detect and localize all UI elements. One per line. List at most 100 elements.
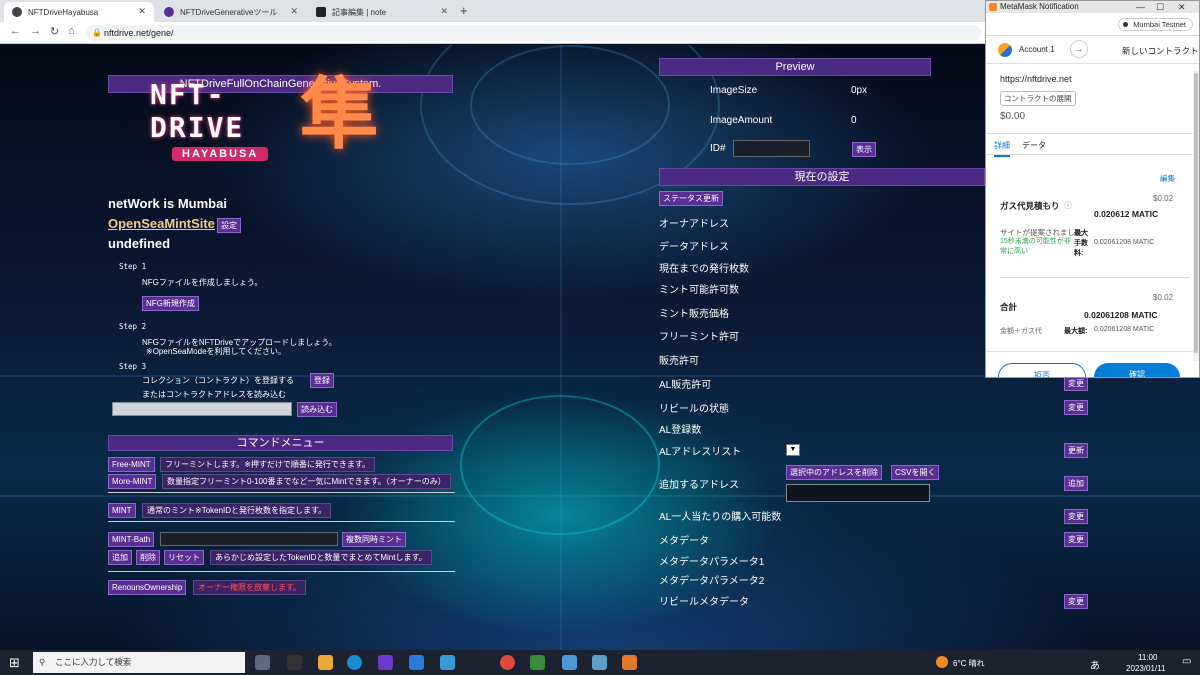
store-icon[interactable] bbox=[409, 655, 424, 670]
al-list-update-button[interactable]: 更新 bbox=[1064, 443, 1088, 458]
register-button[interactable]: 登録 bbox=[310, 373, 334, 388]
free-mint-button[interactable]: Free-MINT bbox=[108, 457, 155, 472]
open-csv-button[interactable]: CSVを開く bbox=[891, 465, 940, 480]
app-icon[interactable] bbox=[440, 655, 455, 670]
deploy-contract-badge: コントラクトの展開 bbox=[1000, 91, 1076, 106]
add-address-input[interactable] bbox=[786, 484, 930, 502]
contract-address-input[interactable] bbox=[112, 402, 292, 416]
mint-desc: 通常のミント※TokenIDと発行枚数を指定します。 bbox=[142, 503, 332, 518]
edge-icon[interactable] bbox=[347, 655, 362, 670]
origin-url: https://nftdrive.net bbox=[1000, 74, 1072, 84]
taskbar-search[interactable]: ⚲ ここに入力して検索 bbox=[33, 652, 245, 673]
search-icon: ⚲ bbox=[39, 657, 46, 667]
al-sale-label: AL販売許可 bbox=[659, 380, 712, 391]
network-selector[interactable]: Mumbai Testnet bbox=[1118, 18, 1193, 31]
app-icon[interactable] bbox=[378, 655, 393, 670]
new-tab-button[interactable]: + bbox=[460, 3, 468, 18]
gas-value: 0.020612 MATIC bbox=[1094, 209, 1159, 219]
file-explorer-icon[interactable] bbox=[318, 655, 333, 670]
scrollbar[interactable] bbox=[1193, 71, 1199, 361]
weather-text[interactable]: 6°C 晴れ bbox=[953, 658, 985, 669]
al-list-select[interactable]: ▼ bbox=[786, 444, 800, 456]
nft-drive-logo: NFT-DRIVE HAYABUSA bbox=[150, 78, 300, 161]
divider bbox=[108, 571, 455, 572]
divider bbox=[986, 154, 1199, 155]
issued-count-label: 現在までの発行枚数 bbox=[659, 264, 749, 275]
close-icon[interactable]: ✕ bbox=[290, 6, 298, 17]
notification-icon[interactable]: ▭ bbox=[1182, 656, 1191, 667]
al-per-person-change-button[interactable]: 変更 bbox=[1064, 509, 1088, 524]
account-avatar bbox=[998, 43, 1012, 57]
chrome-icon[interactable] bbox=[500, 655, 515, 670]
clock-date[interactable]: 2023/01/11 bbox=[1126, 664, 1165, 673]
search-placeholder: ここに入力して検索 bbox=[55, 657, 132, 667]
windows-start-icon[interactable]: ⊞ bbox=[9, 655, 20, 671]
more-mint-desc: 数量指定フリーミント0-100番までなど一気にMintできます。（オーナーのみ） bbox=[162, 474, 451, 489]
account-name: Account 1 bbox=[1019, 45, 1055, 54]
load-button[interactable]: 読み込む bbox=[297, 402, 337, 417]
image-size-label: ImageSize bbox=[710, 85, 758, 96]
metamask-taskbar-icon[interactable] bbox=[622, 655, 637, 670]
close-icon[interactable]: ✕ bbox=[1178, 1, 1186, 13]
home-icon[interactable]: ⌂ bbox=[68, 25, 75, 37]
mint-bath-button[interactable]: MINT-Bath bbox=[108, 532, 155, 547]
dell-icon[interactable] bbox=[287, 655, 302, 670]
confirm-button[interactable]: 確認 bbox=[1094, 363, 1180, 377]
al-sale-change-button[interactable]: 変更 bbox=[1064, 376, 1088, 391]
reload-icon[interactable]: ↻ bbox=[50, 25, 59, 38]
divider bbox=[108, 492, 455, 493]
delete-button[interactable]: 削除 bbox=[136, 550, 160, 565]
multi-mint-button[interactable]: 複数同時ミント bbox=[342, 532, 406, 547]
step3-or: またはコントラクトアドレスを読み込む bbox=[142, 390, 286, 399]
app-icon[interactable] bbox=[592, 655, 607, 670]
status-update-button[interactable]: ステータス更新 bbox=[659, 191, 723, 206]
ime-indicator[interactable]: あ bbox=[1090, 657, 1100, 672]
reveal-metadata-change-button[interactable]: 変更 bbox=[1064, 594, 1088, 609]
tab-note[interactable]: 記事編集 | note ✕ bbox=[308, 2, 456, 22]
tab-data[interactable]: データ bbox=[1022, 140, 1046, 151]
more-mint-button[interactable]: More-MINT bbox=[108, 474, 157, 489]
metadata-change-button[interactable]: 変更 bbox=[1064, 532, 1088, 547]
delete-selected-address-button[interactable]: 選択中のアドレスを削除 bbox=[786, 465, 882, 480]
reset-button[interactable]: リセット bbox=[164, 550, 204, 565]
mint-button[interactable]: MINT bbox=[108, 503, 136, 518]
metamask-popup: MetaMask Notification — ☐ ✕ Mumbai Testn… bbox=[985, 0, 1200, 378]
nfg-new-button[interactable]: NFG新規作成 bbox=[142, 296, 199, 311]
url-field[interactable]: 🔒 nftdrive.net/gene/ bbox=[86, 25, 981, 41]
reveal-change-button[interactable]: 変更 bbox=[1064, 400, 1088, 415]
add-address-button[interactable]: 追加 bbox=[1064, 476, 1088, 491]
forward-icon[interactable]: → bbox=[30, 25, 41, 37]
scrollbar-thumb[interactable] bbox=[1194, 73, 1198, 353]
metamask-fox-icon bbox=[989, 3, 997, 11]
back-icon[interactable]: ← bbox=[10, 25, 21, 37]
tab-nftdrive-generative[interactable]: NFTDriveGenerativeツール ✕ bbox=[156, 2, 306, 22]
tab-nftdrive-hayabusa[interactable]: NFTDriveHayabusa ✕ bbox=[4, 2, 154, 22]
task-view-icon[interactable] bbox=[255, 655, 270, 670]
image-amount-value: 0 bbox=[851, 115, 857, 126]
clock-time[interactable]: 11:00 bbox=[1138, 653, 1157, 662]
image-amount-label: ImageAmount bbox=[710, 115, 773, 126]
edit-link[interactable]: 編集 bbox=[1160, 173, 1175, 184]
add-button[interactable]: 追加 bbox=[108, 550, 132, 565]
renounce-ownership-button[interactable]: RenounsOwnership bbox=[108, 580, 187, 595]
divider bbox=[986, 35, 1199, 36]
step1-label: Step 1 bbox=[119, 262, 147, 271]
max-fee-value: 0.02061208 MATIC bbox=[1094, 239, 1155, 246]
reject-button[interactable]: 拒否 bbox=[998, 363, 1086, 377]
opensea-link[interactable]: OpenSeaMintSite bbox=[108, 216, 215, 231]
close-icon[interactable]: ✕ bbox=[138, 6, 146, 17]
image-size-value: 0px bbox=[851, 85, 868, 96]
token-id-input[interactable] bbox=[733, 140, 810, 157]
app-icon[interactable] bbox=[530, 655, 545, 670]
info-icon: ⓘ bbox=[1064, 201, 1072, 210]
minimize-icon[interactable]: — bbox=[1136, 1, 1145, 13]
data-address-label: データアドレス bbox=[659, 242, 729, 253]
app-icon[interactable] bbox=[562, 655, 577, 670]
show-button[interactable]: 表示 bbox=[852, 142, 876, 157]
renounce-desc: オーナー権限を放棄します。 bbox=[193, 580, 307, 595]
close-icon[interactable]: ✕ bbox=[440, 6, 448, 17]
settings-button[interactable]: 設定 bbox=[217, 218, 241, 233]
mint-bath-input[interactable] bbox=[160, 532, 338, 546]
step3-label: Step 3 bbox=[119, 362, 147, 371]
maximize-icon[interactable]: ☐ bbox=[1156, 1, 1164, 13]
